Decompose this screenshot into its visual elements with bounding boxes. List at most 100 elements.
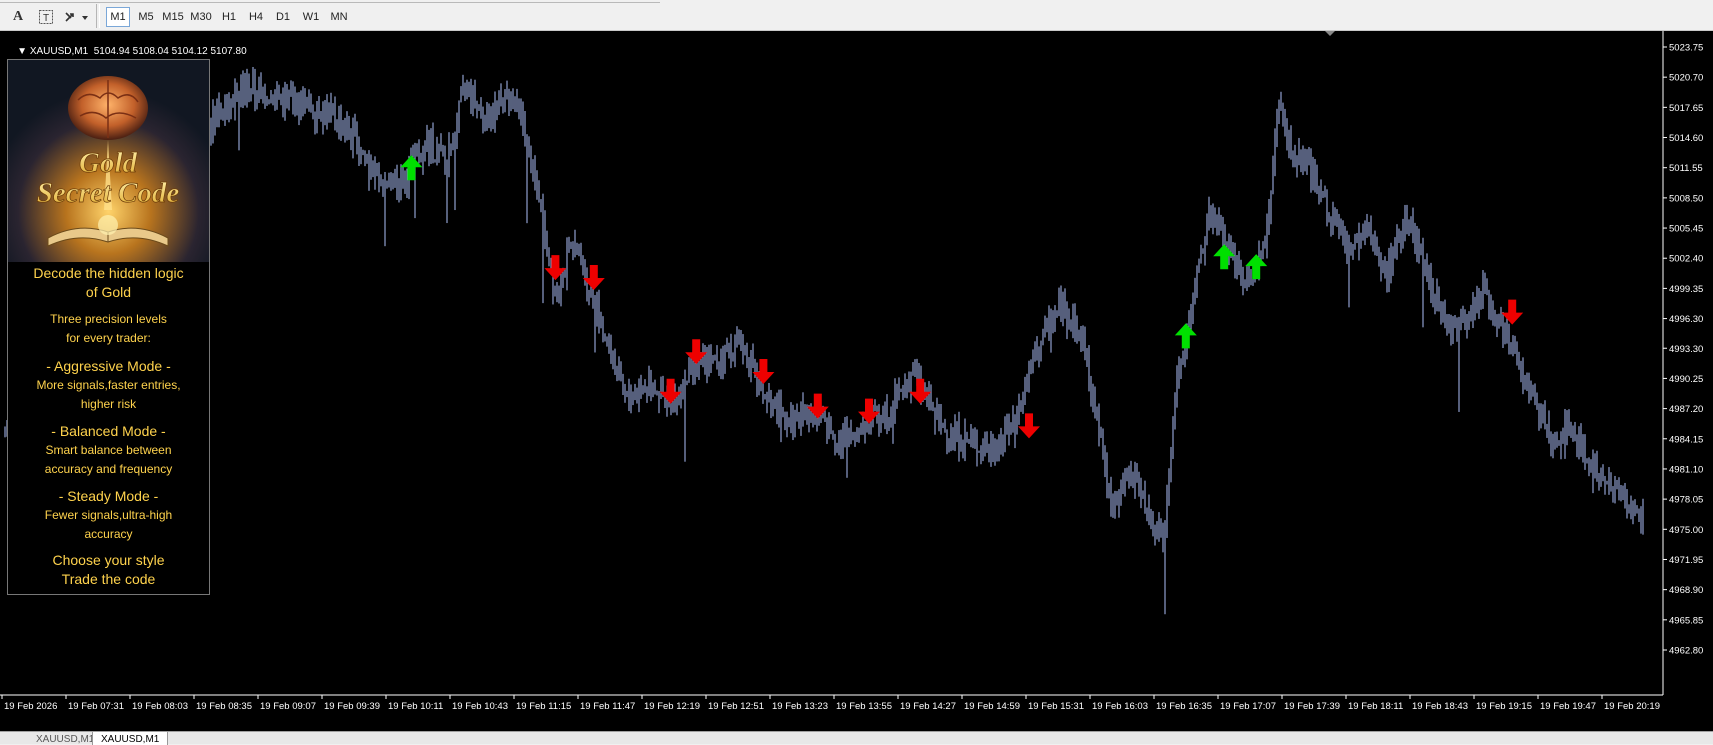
time-tick-label: 19 Feb 20:19: [1604, 701, 1660, 712]
price-tick-label: 4975.00: [1669, 525, 1703, 536]
price-tick-label: 5005.45: [1669, 224, 1703, 235]
price-tick-label: 5011.55: [1669, 163, 1703, 174]
promo-mode3-desc: Fewer signals,ultra-high accuracy: [8, 506, 209, 544]
timeframe-h1-button[interactable]: H1: [218, 7, 240, 27]
promo-intro-line1: Three precision levels: [50, 312, 167, 326]
price-tick-label: 4993.30: [1669, 344, 1703, 355]
promo-headline-line1: Decode the hidden logic: [33, 265, 184, 281]
gold-secret-code-banner: Gold Secret Code: [8, 60, 209, 262]
timeframe-h4-button[interactable]: H4: [245, 7, 267, 27]
time-tick-label: 19 Feb 12:19: [644, 701, 700, 712]
text-label-tool-letter: T: [43, 13, 49, 24]
time-tick-label: 19 Feb 14:27: [900, 701, 956, 712]
price-tick-label: 5020.70: [1669, 73, 1703, 84]
price-tick-label: 4962.80: [1669, 646, 1703, 657]
promo-mode1-line1: More signals,faster entries,: [36, 378, 181, 392]
banner-title-line2: Secret Code: [37, 177, 180, 209]
chart-tab-2[interactable]: XAUUSD,M1: [92, 732, 169, 745]
time-tick-label: 19 Feb 16:35: [1156, 701, 1212, 712]
price-tick-label: 4987.20: [1669, 404, 1703, 415]
promo-panel: Gold Secret Code Decode the hidden logic…: [7, 59, 210, 595]
price-chart[interactable]: 5023.75 5020.70 5017.65 5014.60 5011.55 5008.…: [0, 31, 1713, 731]
promo-headline: Decode the hidden logic of Gold: [8, 264, 209, 302]
price-tick-label: 4996.30: [1669, 314, 1703, 325]
price-tick-label: 4999.35: [1669, 284, 1703, 295]
toolbar-separator: [96, 4, 100, 28]
book-glow: [98, 215, 118, 235]
timeframe-d1-button[interactable]: D1: [272, 7, 294, 27]
toolbar-top-border: [0, 0, 660, 3]
chart-tabs-bar: XAUUSD,M1 XAUUSD,M1: [0, 731, 1713, 745]
timeframe-m30-button[interactable]: M30: [188, 7, 214, 27]
time-tick-label: 19 Feb 19:47: [1540, 701, 1596, 712]
promo-cta-line2: Trade the code: [61, 571, 156, 587]
time-tick-label: 19 Feb 08:35: [196, 701, 252, 712]
sell-signal-arrow-icon: [1501, 299, 1524, 325]
price-tick-label: 4968.90: [1669, 585, 1703, 596]
time-tick-label: 19 Feb 18:11: [1348, 701, 1403, 712]
time-tick-label: 19 Feb 18:43: [1412, 701, 1468, 712]
time-tick-label: 19 Feb 11:15: [516, 701, 571, 712]
promo-mode3-line1: Fewer signals,ultra-high: [44, 508, 173, 522]
promo-mode2-line2: accuracy and frequency: [44, 462, 173, 476]
banner-title-line1: Gold: [79, 147, 138, 179]
timeframe-m15-button[interactable]: M15: [160, 7, 186, 27]
promo-mode2-desc: Smart balance between accuracy and frequ…: [8, 441, 209, 479]
text-tool-icon[interactable]: A: [8, 7, 28, 27]
time-tick-label: 19 Feb 08:03: [132, 701, 188, 712]
timeframe-mn-button[interactable]: MN: [327, 7, 351, 27]
promo-mode3-title: - Steady Mode -: [58, 488, 159, 504]
chart-toolbar: A T M1 M5 M15 M30 H1 H4 D1 W1 MN: [0, 0, 1713, 31]
time-tick-label: 19 Feb 13:23: [772, 701, 828, 712]
sell-signal-arrow-icon: [1018, 413, 1040, 439]
time-tick-label: 19 Feb 14:59: [964, 701, 1020, 712]
sell-signal-arrow-icon: [582, 265, 605, 291]
collapse-triangle-icon[interactable]: ▼: [17, 46, 30, 57]
text-label-tool-icon[interactable]: T: [36, 7, 56, 27]
timeframe-w1-button[interactable]: W1: [300, 7, 322, 27]
promo-mode1-title: - Aggressive Mode -: [46, 358, 171, 374]
promo-mode3-line2: accuracy: [84, 527, 133, 541]
symbol-ohlc-text: XAUUSD,M1 5104.94 5108.04 5104.12 5107.8…: [29, 46, 247, 57]
time-tick-label: 19 Feb 10:11: [388, 701, 443, 712]
promo-mode1-line2: higher risk: [80, 397, 137, 411]
promo-intro: Three precision levels for every trader:: [8, 310, 209, 348]
price-bars: [4, 66, 1644, 615]
timeframe-m5-button[interactable]: M5: [134, 7, 158, 27]
price-tick-label: 4971.95: [1669, 555, 1703, 566]
arrow-tools-glyph: [65, 12, 88, 22]
time-tick-label: 19 Feb 2026: [4, 701, 57, 712]
price-tick-label: 5002.40: [1669, 254, 1703, 265]
chart-shift-marker: [1325, 31, 1335, 36]
buy-signal-arrow-icon: [1213, 244, 1236, 270]
price-tick-label: 4990.25: [1669, 374, 1703, 385]
brain-icon: [68, 76, 148, 140]
time-tick-label: 19 Feb 11:47: [580, 701, 635, 712]
time-tick-label: 19 Feb 17:39: [1284, 701, 1340, 712]
arrow-tools-icon[interactable]: [62, 7, 90, 27]
chart-area[interactable]: 5023.75 5020.70 5017.65 5014.60 5011.55 5008.…: [0, 31, 1713, 731]
time-tick-label: 19 Feb 16:03: [1092, 701, 1148, 712]
price-tick-label: 4981.10: [1669, 464, 1703, 475]
promo-intro-line2: for every trader:: [66, 331, 151, 345]
time-tick-label: 19 Feb 19:15: [1476, 701, 1532, 712]
price-tick-label: 5023.75: [1669, 43, 1703, 54]
promo-headline-line2: of Gold: [85, 284, 132, 300]
sell-signal-arrow-icon: [752, 359, 775, 385]
promo-cta-line1: Choose your style: [52, 552, 165, 568]
price-tick-label: 5008.50: [1669, 193, 1703, 204]
time-tick-label: 19 Feb 17:07: [1220, 701, 1276, 712]
sell-signal-arrow-icon: [909, 378, 932, 404]
price-tick-label: 4965.85: [1669, 615, 1703, 626]
time-tick-label: 19 Feb 07:31: [68, 701, 124, 712]
promo-cta: Choose your style Trade the code: [8, 551, 209, 589]
price-tick-label: 5017.65: [1669, 103, 1703, 114]
price-tick-label: 4978.05: [1669, 495, 1703, 506]
time-tick-label: 19 Feb 10:43: [452, 701, 508, 712]
promo-mode2-line1: Smart balance between: [45, 443, 172, 457]
buy-signal-arrow-icon: [1174, 323, 1197, 349]
price-tick-label: 5014.60: [1669, 133, 1703, 144]
time-tick-label: 19 Feb 15:31: [1028, 701, 1084, 712]
time-tick-label: 19 Feb 09:07: [260, 701, 316, 712]
timeframe-m1-button[interactable]: M1: [106, 7, 130, 27]
